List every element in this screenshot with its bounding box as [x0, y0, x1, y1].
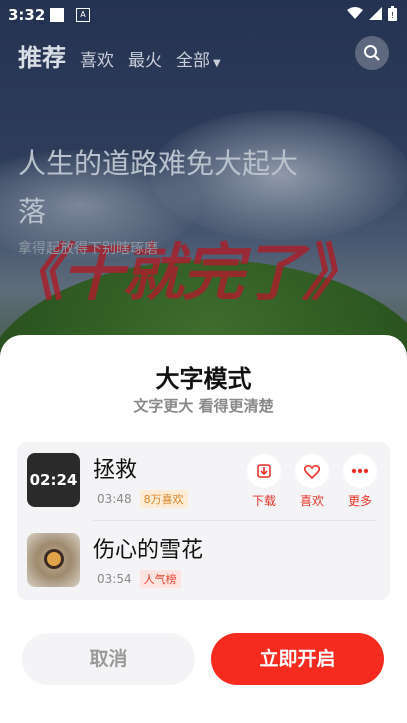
status-time: 3:32 [8, 6, 46, 24]
notification-a-icon: A [76, 8, 90, 22]
cancel-button[interactable]: 取消 [22, 633, 195, 685]
likes-badge: 8万喜欢 [139, 490, 188, 508]
top-tabs: 推荐 喜欢 最火 全部 ▼ [18, 38, 221, 73]
song-duration: 03:48 [97, 492, 132, 506]
preview-card: 02:24 拯救 03:48 8万喜欢 下载 喜欢 更多 伤心的雪花 03:54… [17, 442, 390, 600]
svg-text:!: ! [391, 11, 394, 20]
like-label: 喜欢 [299, 494, 324, 508]
song-meta: 03:54 人气榜 [97, 570, 181, 588]
tab-all-label: 全部 [176, 51, 210, 71]
heart-icon [304, 464, 320, 479]
song-thumbnail: 02:24 [27, 453, 80, 507]
song-title: 伤心的雪花 [93, 538, 204, 563]
signal-icon [369, 7, 382, 20]
song-duration: 03:54 [97, 572, 132, 586]
song-row[interactable]: 02:24 拯救 03:48 8万喜欢 下载 喜欢 更多 [17, 442, 390, 520]
chart-badge: 人气榜 [139, 570, 181, 588]
battery-icon: ! [388, 6, 397, 21]
sheet-title: 大字模式 [155, 365, 252, 393]
more-button[interactable]: 更多 [342, 454, 378, 509]
video-subline: 拿得起放得下别瞎琢磨 [18, 241, 158, 257]
heart-icon-circle [295, 454, 329, 488]
tab-recommend[interactable]: 推荐 [18, 38, 66, 73]
song-title: 拯救 [93, 458, 138, 483]
like-button[interactable]: 喜欢 [294, 454, 330, 509]
download-icon-circle [247, 454, 281, 488]
video-title-art: 《干就完了》 [2, 236, 364, 309]
more-label: 更多 [347, 494, 372, 508]
search-icon [364, 45, 380, 61]
download-label: 下载 [251, 494, 276, 508]
sheet-subtitle: 文字更大 看得更清楚 [133, 397, 274, 415]
caret-down-icon: ▼ [213, 58, 221, 69]
large-font-mode-sheet: 大字模式 文字更大 看得更清楚 02:24 拯救 03:48 8万喜欢 下载 喜… [0, 335, 407, 723]
song-thumbnail [27, 533, 80, 587]
song-actions: 下载 喜欢 更多 [246, 454, 378, 509]
download-button[interactable]: 下载 [246, 454, 282, 509]
enable-now-button[interactable]: 立即开启 [211, 633, 384, 685]
thumbnail-figure [47, 552, 61, 566]
wifi-icon [347, 7, 363, 19]
tab-favorite[interactable]: 喜欢 [80, 46, 114, 71]
song-row[interactable]: 伤心的雪花 03:54 人气榜 [17, 522, 390, 600]
more-icon [351, 468, 369, 474]
song-meta: 03:48 8万喜欢 [97, 490, 188, 508]
search-button[interactable] [355, 36, 389, 70]
tab-hottest[interactable]: 最火 [128, 46, 162, 71]
download-icon [257, 464, 271, 478]
status-icons: ! [347, 6, 397, 21]
tab-all-dropdown[interactable]: 全部 ▼ [176, 46, 221, 71]
status-bar: 3:32 A ! [0, 0, 407, 30]
notification-square-icon [50, 8, 64, 22]
row-divider [93, 520, 376, 521]
more-icon-circle [343, 454, 377, 488]
